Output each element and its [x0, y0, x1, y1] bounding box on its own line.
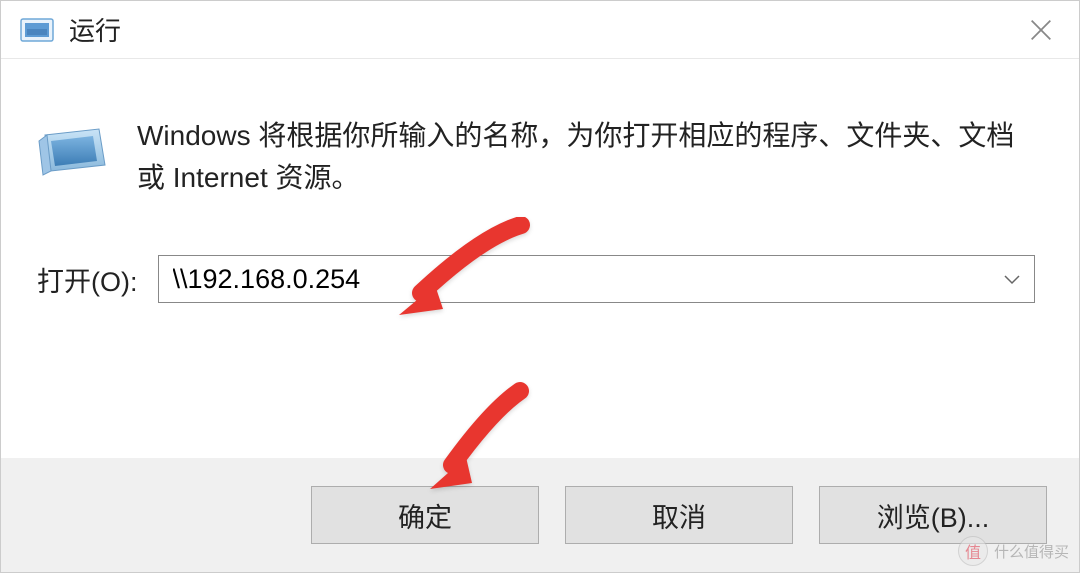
- open-input[interactable]: [159, 264, 991, 295]
- content-area: Windows 将根据你所输入的名称，为你打开相应的程序、文件夹、文档或 Int…: [1, 59, 1079, 458]
- close-icon: [1027, 16, 1055, 44]
- run-dialog-window: 运行: [0, 0, 1080, 573]
- close-button[interactable]: [1023, 15, 1059, 45]
- input-row: 打开(O):: [37, 255, 1035, 303]
- watermark-text: 什么值得买: [994, 541, 1069, 562]
- button-bar: 确定 取消 浏览(B)...: [1, 458, 1079, 572]
- chevron-down-icon: [1003, 273, 1021, 285]
- watermark-badge: 值: [958, 536, 988, 566]
- description-text: Windows 将根据你所输入的名称，为你打开相应的程序、文件夹、文档或 Int…: [137, 115, 1035, 199]
- watermark: 值 什么值得买: [958, 536, 1069, 566]
- window-title: 运行: [69, 11, 121, 48]
- cancel-button[interactable]: 取消: [565, 486, 793, 544]
- open-combobox[interactable]: [158, 255, 1036, 303]
- run-large-icon: [37, 121, 107, 179]
- description-row: Windows 将根据你所输入的名称，为你打开相应的程序、文件夹、文档或 Int…: [37, 115, 1035, 199]
- dropdown-button[interactable]: [990, 256, 1034, 302]
- ok-button[interactable]: 确定: [311, 486, 539, 544]
- run-icon: [19, 15, 55, 45]
- open-label: 打开(O):: [37, 260, 138, 299]
- titlebar: 运行: [1, 1, 1079, 59]
